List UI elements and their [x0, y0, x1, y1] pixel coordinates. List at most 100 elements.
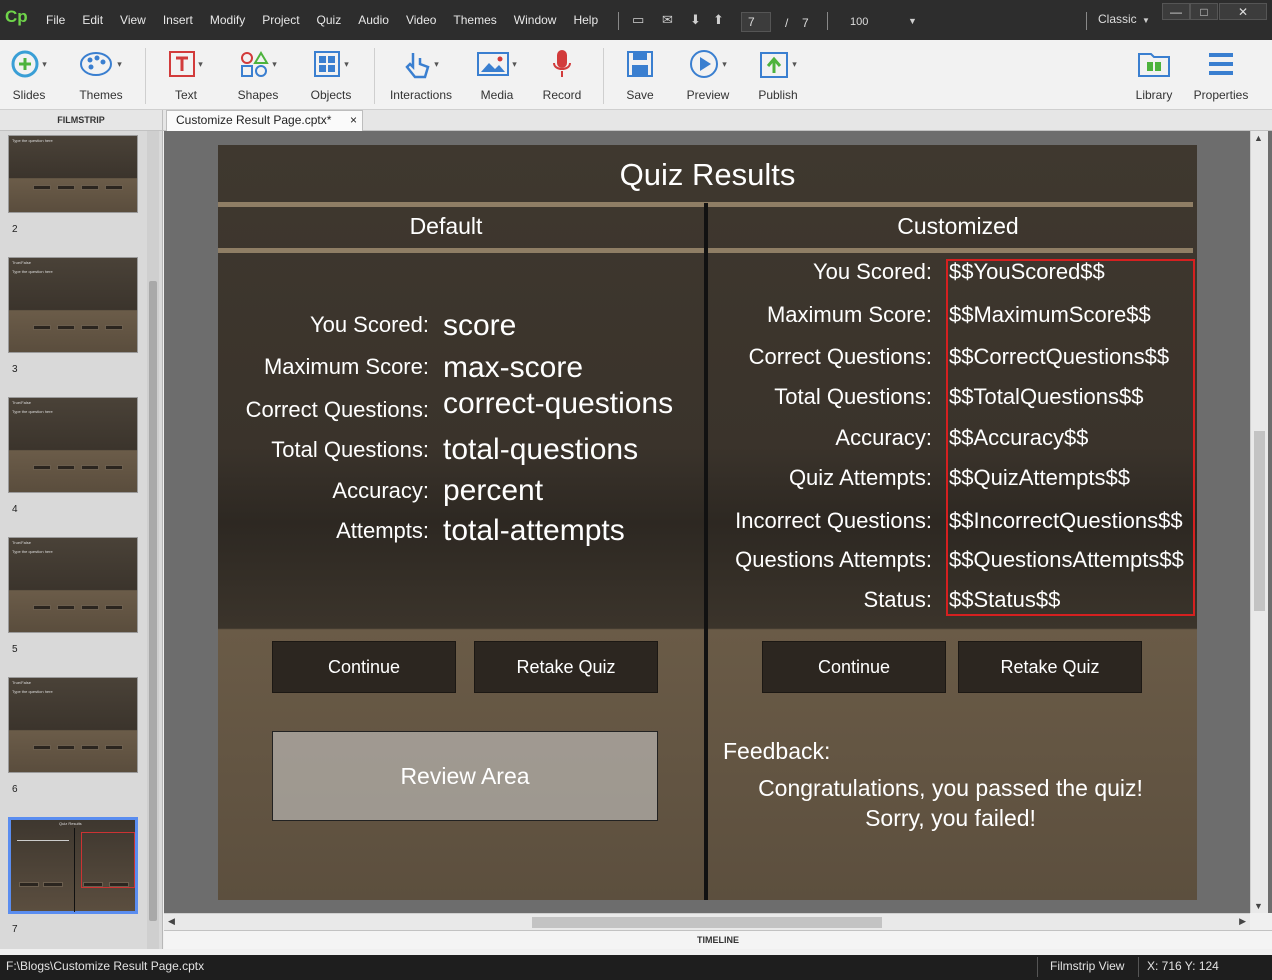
fail-message[interactable]: Sorry, you failed! — [708, 805, 1193, 832]
menu-help[interactable]: Help — [573, 13, 598, 27]
default-value-attempts[interactable]: total-attempts — [443, 514, 625, 548]
toolbar-separator — [145, 48, 146, 104]
slide-thumbnail-3[interactable]: True/False Type the question here — [8, 257, 138, 353]
quiz-results-slide[interactable]: Quiz Results Default Customized You Scor… — [218, 145, 1197, 900]
workspace-mode[interactable]: Classic — [1098, 12, 1137, 26]
slide-thumbnail-5[interactable]: True/False Type the question here — [8, 537, 138, 633]
zoom-level[interactable]: 100 — [850, 16, 868, 28]
slide-title[interactable]: Quiz Results — [218, 157, 1197, 193]
menu-window[interactable]: Window — [514, 13, 557, 27]
scroll-left-icon[interactable]: ◀ — [168, 916, 175, 927]
filmstrip-scrollbar[interactable] — [147, 131, 159, 949]
stage-horizontal-scrollbar[interactable]: ◀ ▶ — [164, 913, 1250, 930]
default-value-max-score[interactable]: max-score — [443, 351, 583, 385]
scroll-right-icon[interactable]: ▶ — [1239, 916, 1246, 927]
custom-continue-button[interactable]: Continue — [762, 641, 946, 693]
play-icon: ▾ — [680, 46, 736, 82]
thumbnail-title: True/False — [12, 400, 31, 405]
zoom-dropdown-icon[interactable]: ▼ — [908, 16, 917, 26]
default-label-score[interactable]: You Scored: — [218, 312, 429, 338]
thumbnail-button — [33, 745, 51, 750]
close-tab-icon[interactable]: × — [350, 111, 357, 130]
properties-button[interactable]: Properties — [1190, 46, 1252, 106]
document-tab[interactable]: Customize Result Page.cptx* × — [166, 110, 363, 131]
slide-thumbnail-4[interactable]: True/False Type the question here — [8, 397, 138, 493]
review-area[interactable]: Review Area — [272, 731, 658, 821]
record-button[interactable]: Record — [540, 46, 584, 106]
vertical-scroll-thumb[interactable] — [1254, 431, 1265, 611]
custom-label-accuracy[interactable]: Accuracy: — [710, 425, 932, 451]
filmstrip-scroll-thumb[interactable] — [149, 281, 157, 921]
thumbnail-button — [81, 185, 99, 190]
shapes-button[interactable]: ▾ Shapes — [230, 46, 286, 106]
maximize-icon[interactable]: □ — [1190, 3, 1218, 20]
arrow-up-icon[interactable]: ⬆ — [713, 12, 724, 28]
menu-video[interactable]: Video — [406, 13, 436, 27]
preview-button[interactable]: ▾ Preview — [680, 46, 736, 106]
menu-insert[interactable]: Insert — [163, 13, 193, 27]
mail-icon[interactable]: ✉ — [662, 12, 673, 28]
objects-button[interactable]: ▾ Objects — [302, 46, 360, 106]
default-retake-quiz-button[interactable]: Retake Quiz — [474, 641, 658, 693]
thumbnail-subtitle: Type the question here — [12, 549, 53, 554]
custom-label-status[interactable]: Status: — [710, 587, 932, 613]
interactions-button[interactable]: ▾ Interactions — [386, 46, 456, 106]
media-button[interactable]: ▾ Media — [470, 46, 524, 106]
menu-project[interactable]: Project — [262, 13, 299, 27]
custom-label-questions-attempts[interactable]: Questions Attempts: — [710, 547, 932, 573]
scroll-up-icon[interactable]: ▲ — [1254, 133, 1263, 143]
menu-themes[interactable]: Themes — [453, 13, 496, 27]
slide-thumbnail-2[interactable]: Type the question here — [8, 135, 138, 213]
minimize-icon[interactable]: — — [1162, 3, 1190, 20]
close-icon[interactable]: ✕ — [1219, 3, 1267, 20]
cursor-coordinates: X: 716 Y: 124 — [1147, 959, 1219, 973]
default-label-correct[interactable]: Correct Questions: — [218, 397, 429, 423]
slide-number-input[interactable]: 7 — [741, 12, 771, 32]
toolbar: ▾ Slides ▾ Themes ▾ Text ▾ Shapes ▾ Obje… — [0, 40, 1272, 110]
themes-button[interactable]: ▾ Themes — [70, 46, 132, 106]
custom-label-quiz-attempts[interactable]: Quiz Attempts: — [710, 465, 932, 491]
custom-column-header[interactable]: Customized — [708, 213, 1197, 240]
menu-quiz[interactable]: Quiz — [317, 13, 342, 27]
menu-file[interactable]: File — [46, 13, 65, 27]
thumbnail-button — [105, 185, 123, 190]
default-label-accuracy[interactable]: Accuracy: — [218, 478, 429, 504]
default-label-attempts[interactable]: Attempts: — [218, 518, 429, 544]
custom-label-max-score[interactable]: Maximum Score: — [710, 302, 932, 328]
scroll-down-icon[interactable]: ▼ — [1254, 901, 1263, 911]
slides-button[interactable]: ▾ Slides — [4, 46, 54, 106]
library-button[interactable]: Library — [1130, 46, 1178, 106]
text-button[interactable]: ▾ Text — [160, 46, 212, 106]
custom-label-total[interactable]: Total Questions: — [710, 384, 932, 410]
timeline-panel-tab[interactable]: TIMELINE — [164, 930, 1272, 949]
mode-dropdown-icon[interactable]: ▼ — [1142, 16, 1150, 25]
thumbnail-button — [43, 882, 63, 887]
default-value-score[interactable]: score — [443, 309, 516, 343]
default-column-header[interactable]: Default — [218, 213, 674, 240]
thumbnail-divider — [74, 828, 75, 912]
menu-edit[interactable]: Edit — [82, 13, 103, 27]
comment-icon[interactable]: ▭ — [632, 12, 644, 28]
custom-label-correct[interactable]: Correct Questions: — [710, 344, 932, 370]
custom-label-score[interactable]: You Scored: — [710, 259, 932, 285]
menu-view[interactable]: View — [120, 13, 146, 27]
menu-modify[interactable]: Modify — [210, 13, 245, 27]
slide-thumbnail-6[interactable]: True/False Type the question here — [8, 677, 138, 773]
default-continue-button[interactable]: Continue — [272, 641, 456, 693]
pass-message[interactable]: Congratulations, you passed the quiz! — [708, 775, 1193, 802]
default-value-accuracy[interactable]: percent — [443, 474, 543, 508]
save-button[interactable]: Save — [618, 46, 662, 106]
horizontal-scroll-thumb[interactable] — [532, 917, 882, 928]
default-value-total[interactable]: total-questions — [443, 433, 638, 467]
publish-button[interactable]: ▾ Publish — [752, 46, 804, 106]
default-value-correct[interactable]: correct-questions — [443, 387, 673, 421]
custom-label-incorrect[interactable]: Incorrect Questions: — [710, 508, 932, 534]
menu-audio[interactable]: Audio — [358, 13, 389, 27]
default-label-max-score[interactable]: Maximum Score: — [218, 354, 429, 380]
arrow-down-icon[interactable]: ⬇ — [690, 12, 701, 28]
default-label-total[interactable]: Total Questions: — [218, 437, 429, 463]
custom-retake-quiz-button[interactable]: Retake Quiz — [958, 641, 1142, 693]
slide-thumbnail-7-selected[interactable]: Quiz Results — [8, 817, 138, 914]
stage-vertical-scrollbar[interactable]: ▲ ▼ — [1250, 131, 1268, 913]
feedback-label[interactable]: Feedback: — [723, 738, 830, 765]
